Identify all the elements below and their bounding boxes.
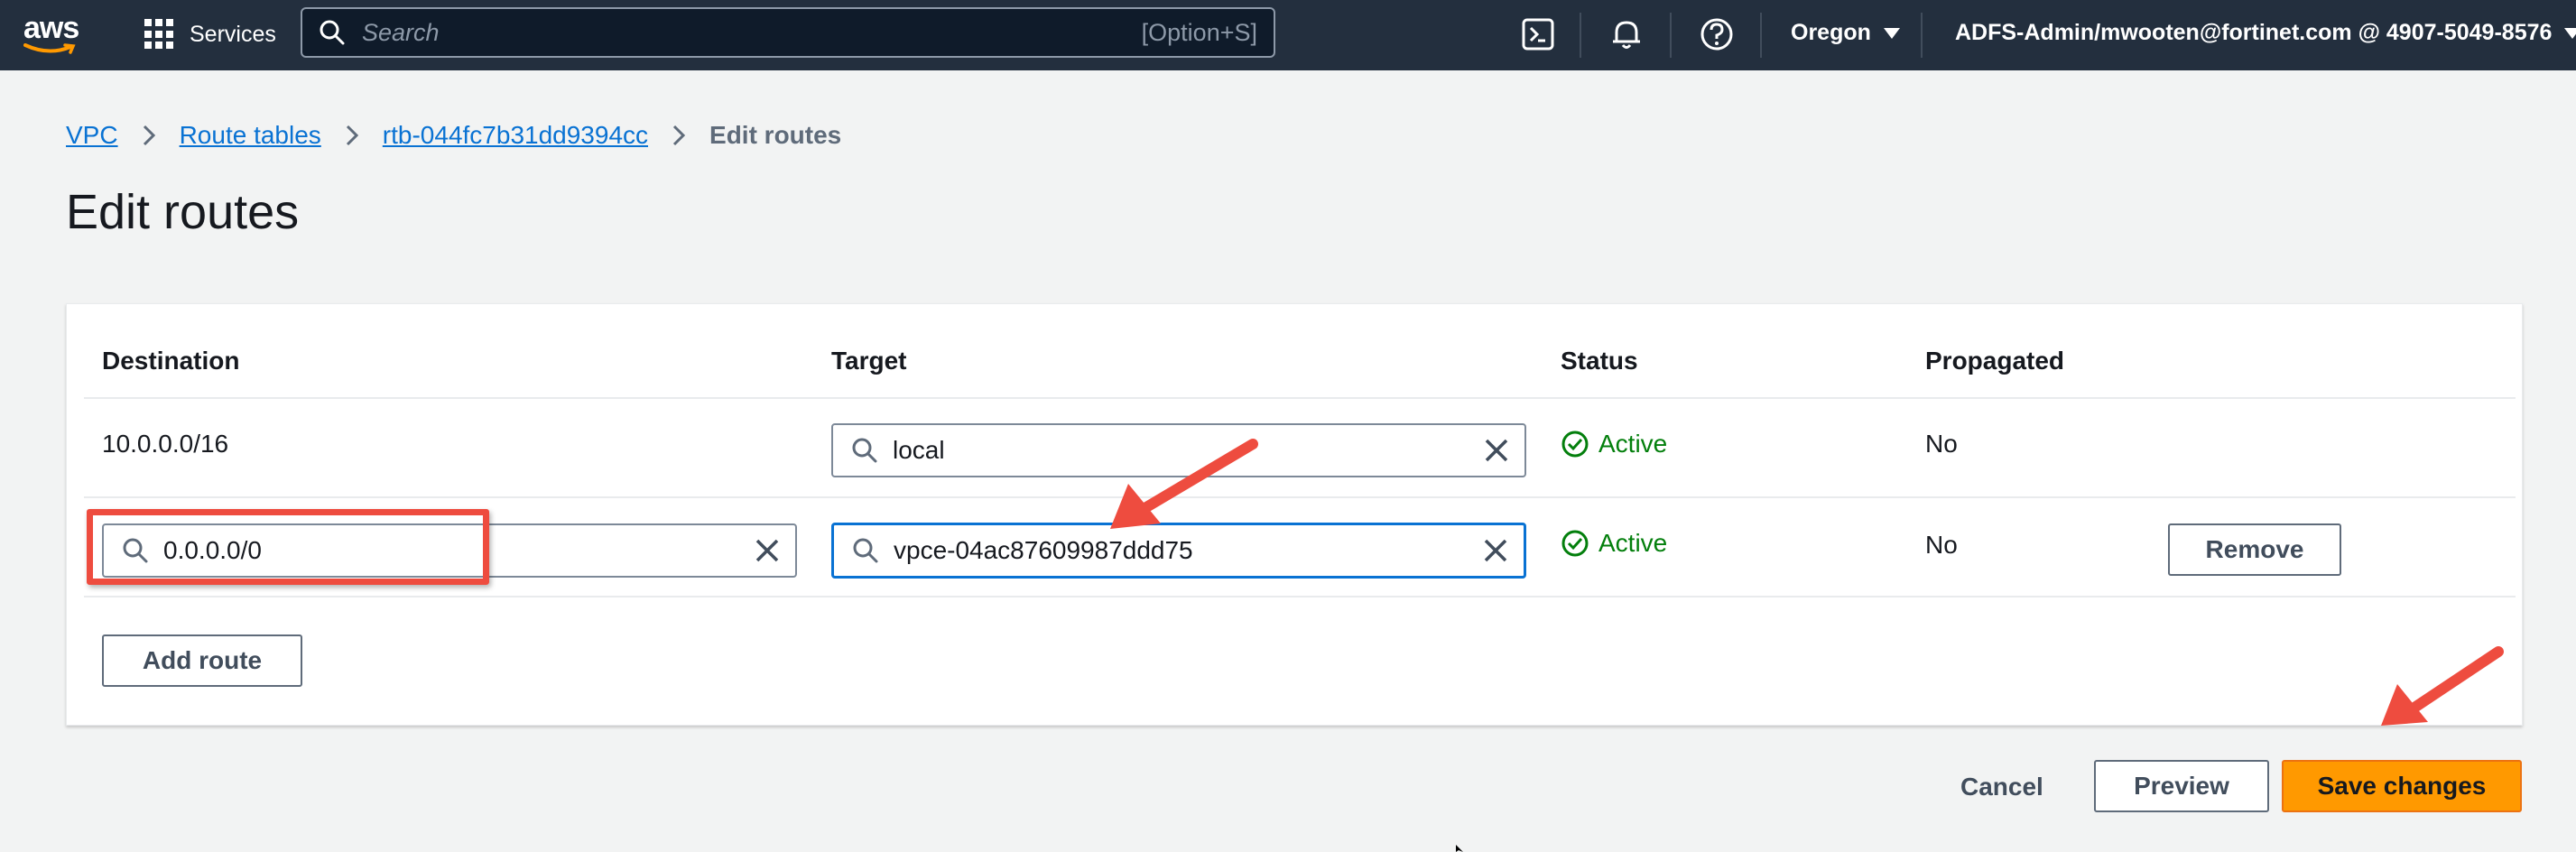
search-icon xyxy=(853,538,878,563)
annotation-arrow xyxy=(1110,439,1258,529)
clear-icon[interactable] xyxy=(754,537,781,564)
breadcrumb-vpc[interactable]: VPC xyxy=(66,121,118,150)
row-divider xyxy=(84,397,2516,399)
propagated-value: No xyxy=(1925,430,1958,458)
account-menu[interactable]: ADFS-Admin/mwooten@fortinet.com @ 4907-5… xyxy=(1955,20,2576,46)
nav-divider xyxy=(1921,13,1923,58)
caret-down-icon xyxy=(2564,27,2576,39)
bell-icon[interactable] xyxy=(1608,16,1645,52)
row-divider xyxy=(84,596,2516,597)
save-changes-button[interactable]: Save changes xyxy=(2282,760,2522,812)
add-route-button[interactable]: Add route xyxy=(102,634,302,687)
route-destination: 10.0.0.0/16 xyxy=(102,430,229,458)
column-header-status: Status xyxy=(1561,347,1638,375)
search-placeholder: Search xyxy=(362,18,440,46)
clear-icon[interactable] xyxy=(1483,437,1510,464)
breadcrumb: VPC Route tables rtb-044fc7b31dd9394cc E… xyxy=(66,121,841,150)
nav-divider xyxy=(1760,13,1762,58)
services-label: Services xyxy=(190,21,276,47)
chevron-right-icon xyxy=(346,125,358,146)
breadcrumb-current: Edit routes xyxy=(709,121,842,149)
target-value: vpce-04ac87609987ddd75 xyxy=(894,536,1193,564)
chevron-right-icon xyxy=(672,125,686,146)
search-input[interactable]: Search [Option+S] xyxy=(301,7,1275,58)
breadcrumb-route-table-id[interactable]: rtb-044fc7b31dd9394cc xyxy=(383,121,648,150)
status-text: Active xyxy=(1598,430,1668,458)
propagated-value: No xyxy=(1925,531,1958,559)
logo-text: aws xyxy=(23,11,79,45)
check-circle-icon xyxy=(1561,530,1589,557)
check-circle-icon xyxy=(1561,431,1589,458)
status-badge: Active xyxy=(1561,529,1667,558)
help-icon[interactable] xyxy=(1699,16,1735,52)
aws-logo[interactable]: aws xyxy=(23,11,88,58)
row-divider xyxy=(84,496,2516,498)
region-label: Oregon xyxy=(1791,20,1871,45)
region-selector[interactable]: Oregon xyxy=(1791,20,1900,46)
mouse-cursor-icon xyxy=(1456,845,1463,852)
annotation-arrow xyxy=(2381,646,2504,726)
highlight-box xyxy=(87,509,489,585)
cancel-button[interactable]: Cancel xyxy=(1960,773,2043,801)
column-header-propagated: Propagated xyxy=(1925,347,2065,375)
clear-icon[interactable] xyxy=(1482,537,1509,564)
smile-icon xyxy=(23,43,76,54)
cloudshell-icon[interactable] xyxy=(1520,16,1556,52)
grid-icon xyxy=(144,19,175,50)
remove-route-button[interactable]: Remove xyxy=(2168,523,2341,576)
services-menu[interactable]: Services xyxy=(144,18,276,51)
search-icon xyxy=(852,438,877,463)
status-text: Active xyxy=(1598,529,1668,557)
account-label: ADFS-Admin/mwooten@fortinet.com @ 4907-5… xyxy=(1955,20,2553,45)
nav-divider xyxy=(1580,13,1581,58)
column-header-target: Target xyxy=(831,347,907,375)
chevron-right-icon xyxy=(143,125,155,146)
column-header-destination: Destination xyxy=(102,347,240,375)
caret-down-icon xyxy=(1883,27,1900,39)
search-icon xyxy=(320,20,345,45)
search-shortcut: [Option+S] xyxy=(1141,18,1257,46)
page-title: Edit routes xyxy=(66,185,300,239)
status-badge: Active xyxy=(1561,430,1667,458)
top-navigation: aws Services Search [Option+S] Oregon AD… xyxy=(0,0,2576,70)
preview-button[interactable]: Preview xyxy=(2094,760,2269,812)
nav-divider xyxy=(1670,13,1672,58)
breadcrumb-route-tables[interactable]: Route tables xyxy=(180,121,321,150)
